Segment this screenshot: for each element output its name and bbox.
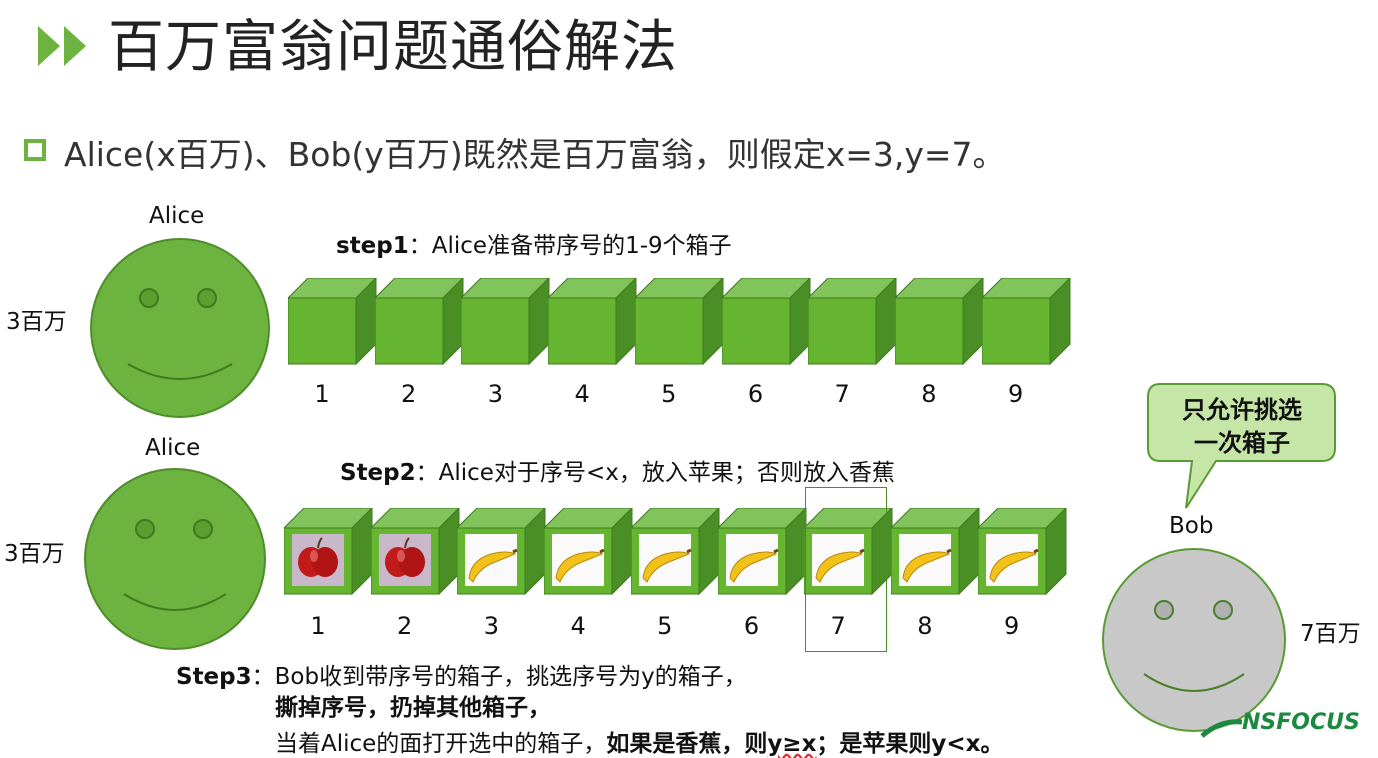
bullet-square-icon bbox=[24, 139, 46, 161]
box-1 bbox=[286, 276, 378, 372]
alice-name-2: Alice bbox=[145, 435, 201, 461]
row2-boxes bbox=[282, 506, 1074, 598]
box-5 bbox=[633, 276, 725, 372]
double-chevron-icon bbox=[38, 26, 86, 66]
step1-text: step1：Alice准备带序号的1-9个箱子 bbox=[336, 233, 732, 259]
box-4 bbox=[546, 276, 638, 372]
box-6 bbox=[720, 276, 812, 372]
alice-name-1: Alice bbox=[149, 203, 205, 229]
box-number-3: 3 bbox=[487, 380, 504, 408]
nsfocus-logo-text: NSFOCUS bbox=[1242, 710, 1360, 735]
step2-text: Step2：Alice对于序号<x，放入苹果；否则放入香蕉 bbox=[340, 460, 895, 486]
box-number-4: 4 bbox=[574, 380, 590, 408]
box-number-6: 6 bbox=[743, 612, 760, 640]
row1-boxes bbox=[286, 276, 1078, 368]
alice-wealth-2: 3百万 bbox=[4, 541, 65, 567]
box-number-9: 9 bbox=[1003, 612, 1020, 640]
box-9 bbox=[976, 506, 1068, 602]
box-6 bbox=[716, 506, 808, 602]
box-8 bbox=[893, 276, 985, 372]
box-5 bbox=[629, 506, 721, 602]
box-number-8: 8 bbox=[921, 380, 937, 408]
nsfocus-logo-icon bbox=[1200, 719, 1243, 738]
box-number-3: 3 bbox=[483, 612, 500, 640]
box-7 bbox=[806, 276, 898, 372]
bob-smiley-face bbox=[1102, 548, 1286, 732]
box-number-6: 6 bbox=[747, 380, 764, 408]
box-4 bbox=[542, 506, 634, 602]
box-3 bbox=[456, 506, 547, 602]
bob-wealth: 7百万 bbox=[1300, 621, 1361, 647]
page-title: 百万富翁问题通俗解法 bbox=[108, 15, 678, 80]
box-number-1: 1 bbox=[310, 612, 326, 640]
bubble-text: 只允许挑选 一次箱子 bbox=[1182, 396, 1302, 457]
box-number-8: 8 bbox=[917, 612, 933, 640]
bob-name: Bob bbox=[1169, 513, 1214, 539]
box-8 bbox=[889, 506, 981, 602]
bullet-text: Alice(x百万)、Bob(y百万)既然是百万富翁，则假定x=3,y=7。 bbox=[64, 135, 1006, 174]
selected-box-highlight bbox=[805, 487, 887, 652]
step3-line3: 当着Alice的面打开选中的箱子，如果是香蕉，则y≥x；是苹果则y<x。 bbox=[275, 731, 1004, 757]
box-number-2: 2 bbox=[401, 380, 417, 408]
alice-wealth-1: 3百万 bbox=[6, 309, 67, 335]
step3-line2: 撕掉序号，扔掉其他箱子， bbox=[275, 695, 551, 721]
box-number-2: 2 bbox=[397, 612, 413, 640]
box-number-5: 5 bbox=[661, 380, 677, 408]
step3-line1: Step3：Bob收到带序号的箱子，挑选序号为y的箱子， bbox=[176, 664, 747, 690]
box-9 bbox=[980, 276, 1072, 372]
box-1 bbox=[282, 506, 374, 602]
box-2 bbox=[373, 276, 465, 372]
box-number-7: 7 bbox=[834, 380, 850, 408]
box-number-4: 4 bbox=[570, 612, 586, 640]
box-2 bbox=[369, 506, 461, 602]
box-number-9: 9 bbox=[1007, 380, 1024, 408]
box-3 bbox=[460, 276, 551, 372]
box-number-1: 1 bbox=[314, 380, 330, 408]
box-number-5: 5 bbox=[657, 612, 673, 640]
